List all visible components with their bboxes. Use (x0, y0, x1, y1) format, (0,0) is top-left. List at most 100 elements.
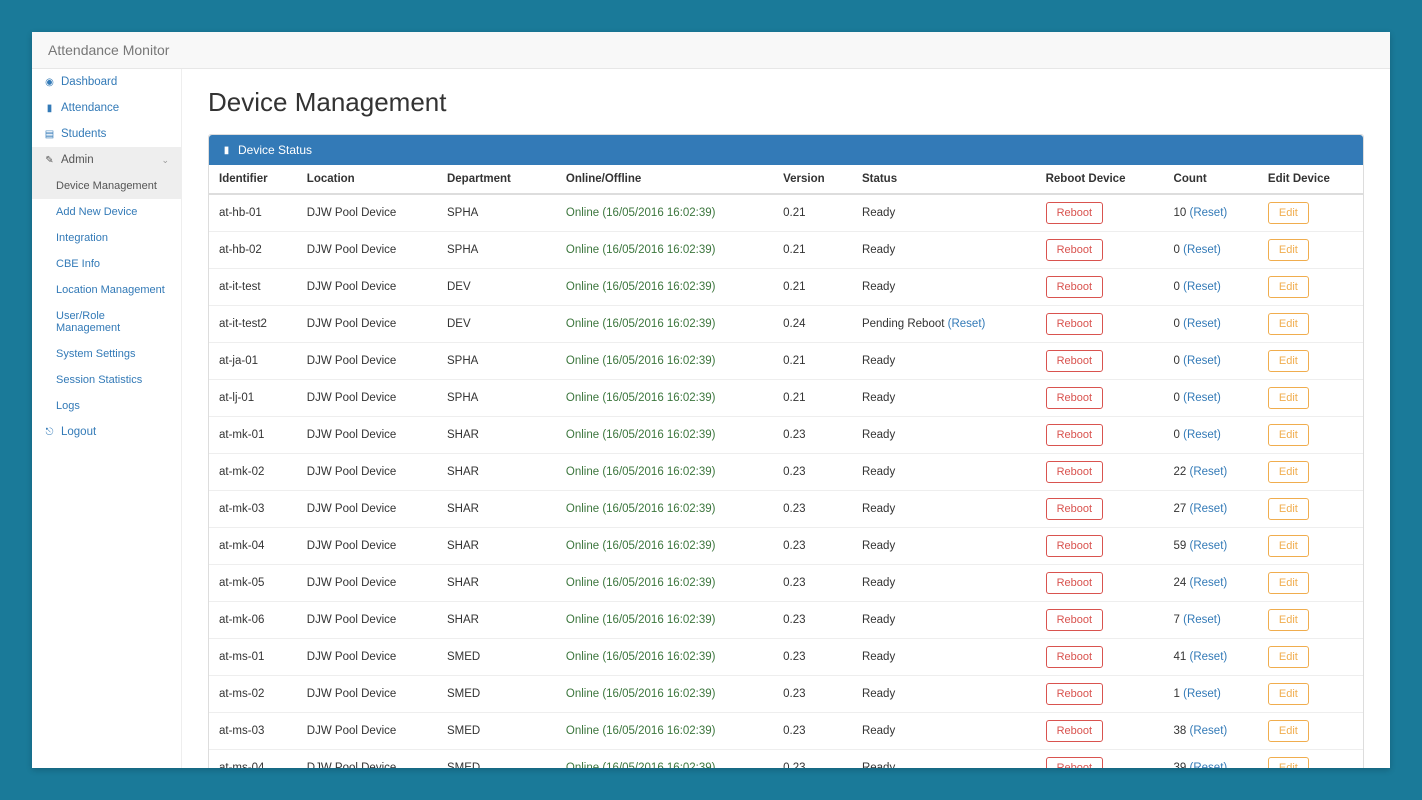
cell-version: 0.23 (773, 417, 852, 454)
cell-identifier: at-ms-03 (209, 713, 297, 750)
cell-online-offline: Online (16/05/2016 16:02:39) (556, 454, 773, 491)
sidebar-item-admin: ✎ Admin ⌄ Device Management Add New Devi… (32, 147, 181, 419)
cell-identifier: at-mk-06 (209, 602, 297, 639)
cell-online-offline: Online (16/05/2016 16:02:39) (556, 380, 773, 417)
edit-button[interactable]: Edit (1268, 757, 1309, 768)
count-reset-link[interactable]: (Reset) (1190, 762, 1228, 768)
cell-department: SPHA (437, 194, 556, 232)
sub-device-management: Device Management (32, 173, 181, 199)
cell-version: 0.23 (773, 602, 852, 639)
edit-button[interactable]: Edit (1268, 646, 1309, 668)
reboot-button[interactable]: Reboot (1046, 535, 1103, 557)
cell-count: 0 (Reset) (1164, 232, 1258, 269)
page-title: Device Management (208, 87, 1364, 118)
cell-location: DJW Pool Device (297, 454, 437, 491)
status-reset-link[interactable]: (Reset) (948, 318, 986, 330)
count-reset-link[interactable]: (Reset) (1183, 281, 1221, 293)
count-reset-link[interactable]: (Reset) (1183, 688, 1221, 700)
cell-status: Ready (852, 528, 1036, 565)
cell-location: DJW Pool Device (297, 528, 437, 565)
cell-status: Ready (852, 491, 1036, 528)
cell-reboot: Reboot (1036, 602, 1164, 639)
edit-button[interactable]: Edit (1268, 424, 1309, 446)
count-reset-link[interactable]: (Reset) (1190, 540, 1228, 552)
count-value: 0 (1174, 429, 1180, 441)
count-reset-link[interactable]: (Reset) (1183, 392, 1221, 404)
cell-edit: Edit (1258, 639, 1363, 676)
table-row: at-ms-02DJW Pool DeviceSMEDOnline (16/05… (209, 676, 1363, 713)
sidebar-label: Dashboard (61, 76, 117, 88)
online-status: Online (566, 577, 599, 589)
status-text: Ready (862, 207, 895, 219)
edit-button[interactable]: Edit (1268, 720, 1309, 742)
count-value: 0 (1174, 318, 1180, 330)
reboot-button[interactable]: Reboot (1046, 683, 1103, 705)
cell-online-offline: Online (16/05/2016 16:02:39) (556, 194, 773, 232)
reboot-button[interactable]: Reboot (1046, 424, 1103, 446)
reboot-button[interactable]: Reboot (1046, 646, 1103, 668)
count-reset-link[interactable]: (Reset) (1190, 503, 1228, 515)
admin-submenu: Device Management Add New Device Integra… (32, 173, 181, 419)
edit-button[interactable]: Edit (1268, 609, 1309, 631)
reboot-button[interactable]: Reboot (1046, 609, 1103, 631)
count-reset-link[interactable]: (Reset) (1190, 466, 1228, 478)
sidebar-item-logout: ⎋ Logout (32, 419, 181, 445)
cell-status: Ready (852, 269, 1036, 306)
app-frame: Attendance Monitor ◉ Dashboard ▮ Attenda… (32, 32, 1390, 768)
edit-button[interactable]: Edit (1268, 461, 1309, 483)
reboot-button[interactable]: Reboot (1046, 239, 1103, 261)
cell-count: 22 (Reset) (1164, 454, 1258, 491)
cell-status: Ready (852, 750, 1036, 769)
cell-department: SHAR (437, 491, 556, 528)
count-reset-link[interactable]: (Reset) (1183, 355, 1221, 367)
status-text: Ready (862, 355, 895, 367)
cell-count: 59 (Reset) (1164, 528, 1258, 565)
sub-system-settings: System Settings (32, 341, 181, 367)
reboot-button[interactable]: Reboot (1046, 572, 1103, 594)
edit-button[interactable]: Edit (1268, 387, 1309, 409)
edit-button[interactable]: Edit (1268, 498, 1309, 520)
cell-location: DJW Pool Device (297, 194, 437, 232)
edit-button[interactable]: Edit (1268, 239, 1309, 261)
reboot-button[interactable]: Reboot (1046, 498, 1103, 520)
cell-edit: Edit (1258, 232, 1363, 269)
count-reset-link[interactable]: (Reset) (1190, 651, 1228, 663)
reboot-button[interactable]: Reboot (1046, 313, 1103, 335)
count-reset-link[interactable]: (Reset) (1183, 429, 1221, 441)
reboot-button[interactable]: Reboot (1046, 350, 1103, 372)
count-reset-link[interactable]: (Reset) (1183, 244, 1221, 256)
reboot-button[interactable]: Reboot (1046, 720, 1103, 742)
count-value: 39 (1174, 762, 1187, 768)
cell-status: Ready (852, 380, 1036, 417)
col-department: Department (437, 165, 556, 194)
count-reset-link[interactable]: (Reset) (1183, 614, 1221, 626)
online-status: Online (566, 355, 599, 367)
cell-identifier: at-mk-03 (209, 491, 297, 528)
status-text: Ready (862, 429, 895, 441)
cell-department: SPHA (437, 232, 556, 269)
edit-button[interactable]: Edit (1268, 535, 1309, 557)
cell-status: Ready (852, 602, 1036, 639)
count-reset-link[interactable]: (Reset) (1190, 207, 1228, 219)
reboot-button[interactable]: Reboot (1046, 461, 1103, 483)
cell-identifier: at-it-test (209, 269, 297, 306)
count-reset-link[interactable]: (Reset) (1190, 725, 1228, 737)
cell-reboot: Reboot (1036, 194, 1164, 232)
edit-button[interactable]: Edit (1268, 313, 1309, 335)
cell-reboot: Reboot (1036, 528, 1164, 565)
reboot-button[interactable]: Reboot (1046, 387, 1103, 409)
reboot-button[interactable]: Reboot (1046, 276, 1103, 298)
table-row: at-mk-01DJW Pool DeviceSHAROnline (16/05… (209, 417, 1363, 454)
edit-button[interactable]: Edit (1268, 572, 1309, 594)
edit-button[interactable]: Edit (1268, 683, 1309, 705)
reboot-button[interactable]: Reboot (1046, 202, 1103, 224)
edit-button[interactable]: Edit (1268, 202, 1309, 224)
table-row: at-lj-01DJW Pool DeviceSPHAOnline (16/05… (209, 380, 1363, 417)
cell-reboot: Reboot (1036, 417, 1164, 454)
count-reset-link[interactable]: (Reset) (1190, 577, 1228, 589)
count-reset-link[interactable]: (Reset) (1183, 318, 1221, 330)
edit-button[interactable]: Edit (1268, 350, 1309, 372)
sub-logs: Logs (32, 393, 181, 419)
reboot-button[interactable]: Reboot (1046, 757, 1103, 768)
edit-button[interactable]: Edit (1268, 276, 1309, 298)
